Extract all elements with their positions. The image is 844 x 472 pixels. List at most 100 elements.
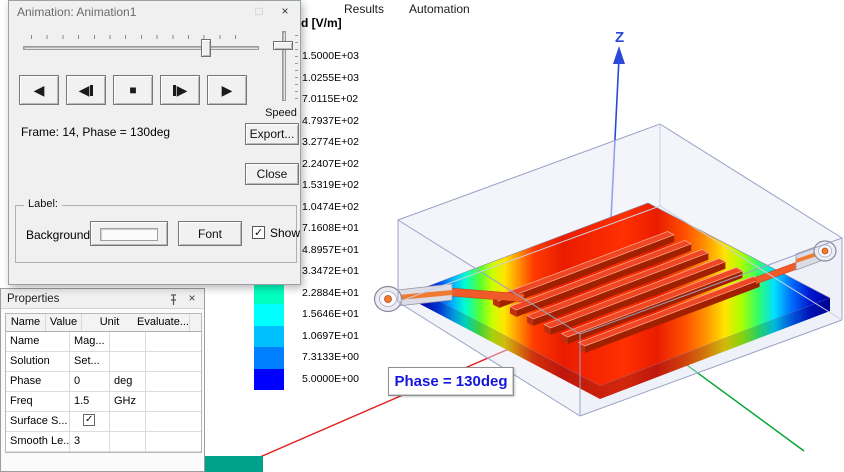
speed-slider[interactable]	[269, 31, 299, 105]
menu-item-results[interactable]: Results	[344, 2, 384, 16]
step-reverse-bar	[90, 84, 94, 96]
play-reverse-icon: ◀	[33, 82, 45, 98]
background-color-swatch	[100, 227, 158, 241]
properties-title: Properties	[7, 293, 60, 305]
property-row[interactable]: Name Mag...	[6, 332, 201, 352]
playback-controls: ◀ ◀ ■ ▶ ▶	[19, 75, 247, 105]
property-evaluated	[146, 432, 201, 451]
property-evaluated	[146, 392, 201, 411]
z-axis-label: Z	[615, 29, 624, 46]
export-button[interactable]: Export...	[245, 123, 299, 145]
stop-icon: ■	[129, 83, 137, 97]
property-name: Phase	[6, 372, 70, 391]
speed-slider-thumb[interactable]	[273, 41, 293, 50]
property-unit: deg	[110, 372, 146, 391]
property-row[interactable]: Smooth Le... 3	[6, 432, 201, 452]
property-value[interactable]: 3	[70, 432, 110, 451]
legend-value: 1.5319E+02	[302, 179, 359, 191]
legend-value: 1.0255E+03	[302, 71, 359, 84]
property-value-text: Mag...	[74, 335, 105, 347]
property-unit	[110, 352, 146, 371]
show-label: Show	[270, 226, 301, 240]
legend-value: 1.0474E+02	[302, 200, 359, 213]
property-evaluated	[146, 412, 201, 431]
legend-color-swatch	[254, 325, 284, 347]
frame-slider-channel	[23, 46, 259, 50]
property-unit	[110, 412, 146, 431]
frame-slider-thumb[interactable]	[201, 39, 211, 57]
play-reverse-button[interactable]: ◀	[19, 75, 59, 105]
speed-slider-ticks	[295, 33, 298, 99]
legend-value: 2.2407E+02	[302, 157, 359, 170]
properties-panel: Properties × Name Value Unit Evaluate...	[0, 288, 205, 472]
legend-value: 3.2774E+02	[302, 136, 359, 148]
close-icon[interactable]: ×	[274, 4, 296, 20]
legend-value: 4.7937E+02	[302, 114, 359, 127]
step-forward-icon: ▶	[176, 82, 188, 98]
column-header[interactable]: Name	[6, 314, 46, 331]
pin-icon[interactable]	[168, 293, 180, 305]
property-value[interactable]: 1.5	[70, 392, 110, 411]
legend-value: 3.3472E+01	[302, 265, 359, 277]
property-name: Freq	[6, 392, 70, 411]
column-header[interactable]: Evaluate...	[137, 314, 190, 331]
legend-value: 7.3133E+00	[302, 351, 359, 363]
close-dialog-button[interactable]: Close	[245, 163, 299, 185]
property-name: Smooth Le...	[6, 432, 70, 451]
property-checkbox[interactable]: ✓	[83, 414, 95, 426]
legend-value: 5.0000E+00	[302, 372, 359, 385]
background-color-button[interactable]	[90, 221, 168, 246]
property-value-text: 0	[74, 375, 81, 387]
property-value[interactable]: Set...	[70, 352, 110, 371]
properties-table-body: Name Mag... Solution Set... Phase 0 deg …	[6, 332, 201, 452]
property-value-text: 1.5	[74, 395, 90, 407]
frame-slider[interactable]	[23, 33, 259, 59]
property-name: Solution	[6, 352, 70, 371]
legend-values: 1.5000E+03 1.0255E+03 7.0115E+02 4.7937E…	[302, 46, 359, 390]
frame-slider-ticks	[31, 35, 251, 39]
property-evaluated	[146, 332, 201, 351]
legend-color-swatch	[254, 304, 284, 326]
property-evaluated	[146, 352, 201, 371]
property-evaluated	[146, 372, 201, 391]
property-value-text: 3	[74, 435, 81, 447]
property-row[interactable]: Phase 0 deg	[6, 372, 201, 392]
phase-annotation: Phase = 130deg	[388, 367, 514, 396]
label-group: Label: Background: Font ✓ Show	[15, 198, 301, 263]
properties-titlebar[interactable]: Properties ×	[1, 289, 204, 309]
legend-value: 1.5646E+01	[302, 308, 359, 320]
legend-value: 1.5000E+03	[302, 50, 359, 62]
properties-table: Name Value Unit Evaluate... Name Mag...	[5, 313, 202, 453]
step-reverse-button[interactable]: ◀	[66, 75, 106, 105]
step-reverse-icon: ◀	[78, 82, 90, 98]
label-group-title: Label:	[24, 198, 62, 210]
property-row[interactable]: Solution Set...	[6, 352, 201, 372]
frame-info: Frame: 14, Phase = 130deg	[21, 125, 171, 139]
stop-button[interactable]: ■	[113, 75, 153, 105]
step-forward-bar	[172, 84, 176, 96]
column-header[interactable]: Unit	[82, 314, 137, 331]
application-window: Z Results Automation Phase = 130deg d [V…	[0, 0, 844, 472]
property-unit	[110, 432, 146, 451]
panel-close-icon[interactable]: ×	[186, 291, 198, 307]
property-value[interactable]: ✓	[70, 412, 110, 431]
property-value[interactable]: Mag...	[70, 332, 110, 351]
property-value[interactable]: 0	[70, 372, 110, 391]
maximize-icon: □	[255, 4, 263, 18]
legend-title: d [V/m]	[301, 16, 342, 30]
legend-value: 7.1608E+01	[302, 222, 359, 234]
dialog-titlebar[interactable]: Animation: Animation1 □ ×	[9, 1, 300, 23]
font-button[interactable]: Font	[178, 221, 242, 246]
show-checkbox[interactable]: ✓	[252, 226, 265, 239]
property-name: Surface S...	[6, 412, 70, 431]
step-forward-button[interactable]: ▶	[160, 75, 200, 105]
property-row[interactable]: Surface S... ✓	[6, 412, 201, 432]
column-header[interactable]: Value	[46, 314, 82, 331]
play-forward-button[interactable]: ▶	[207, 75, 247, 105]
property-row[interactable]: Freq 1.5 GHz	[6, 392, 201, 412]
legend-value: 1.0697E+01	[302, 329, 359, 342]
properties-table-header: Name Value Unit Evaluate...	[6, 314, 201, 332]
check-icon: ✓	[85, 414, 94, 425]
menu-item-automation[interactable]: Automation	[409, 2, 470, 16]
animation-dialog: Animation: Animation1 □ × Speed ◀ ◀ ■ ▶ …	[8, 0, 301, 285]
